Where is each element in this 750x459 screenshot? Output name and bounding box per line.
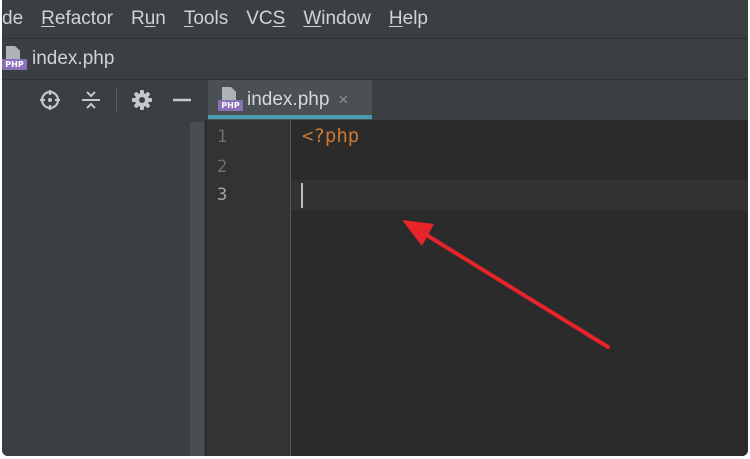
ide-window: de Refactor Run Tools VCS Window Help PH…	[2, 0, 748, 456]
red-arrow-icon	[402, 220, 610, 349]
